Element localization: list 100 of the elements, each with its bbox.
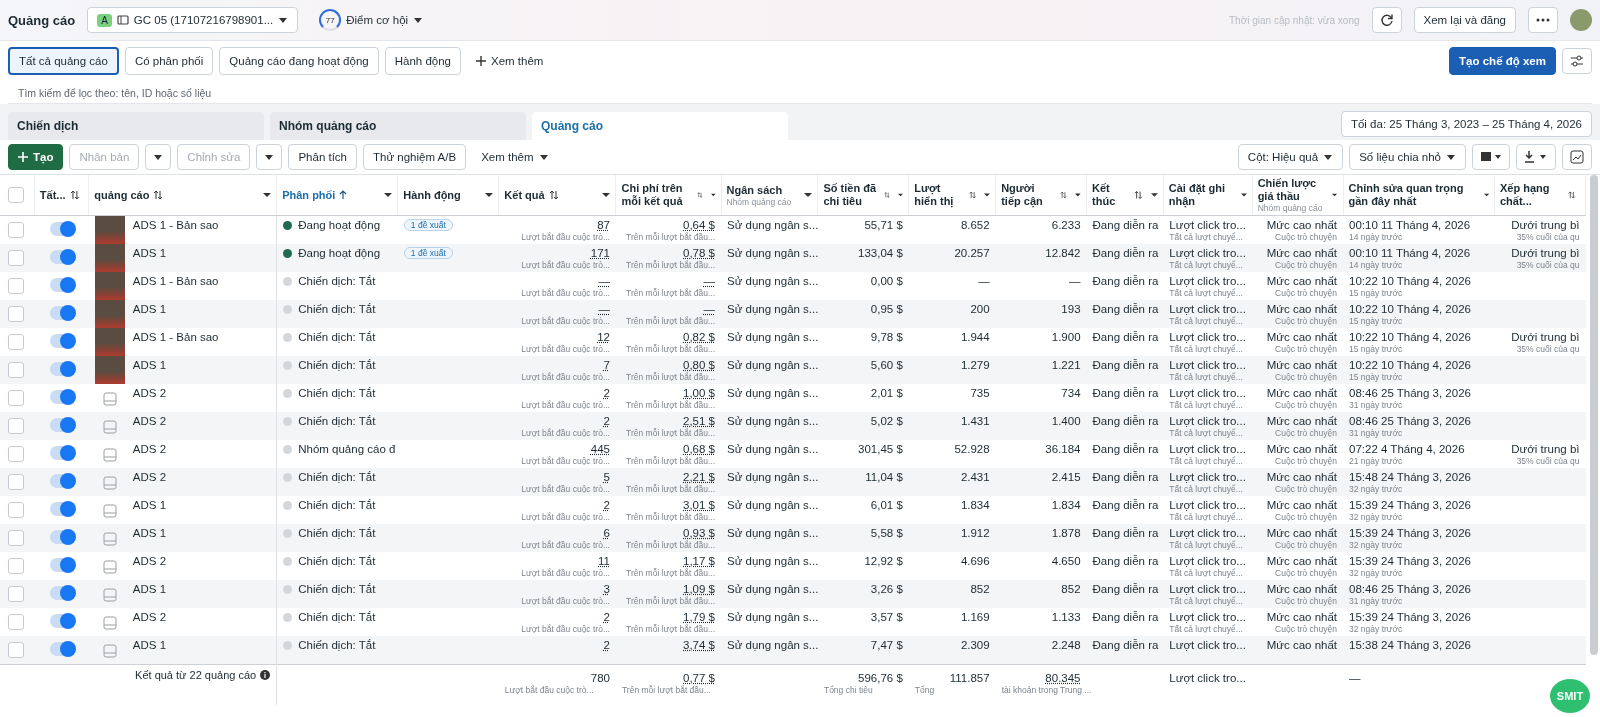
refresh-button[interactable] <box>1371 7 1402 33</box>
caret-icon[interactable] <box>984 192 991 198</box>
toggle-switch[interactable] <box>50 418 75 432</box>
row-checkbox[interactable] <box>8 306 24 322</box>
row-checkbox[interactable] <box>8 390 24 406</box>
recommendation-badge[interactable]: 1 đề xuất <box>403 247 453 259</box>
toggle-switch[interactable] <box>50 222 75 236</box>
caret-icon[interactable] <box>1483 192 1489 198</box>
column-header[interactable]: Chi phí trên mỗi kết quả <box>621 182 694 208</box>
columns-button[interactable]: Cột: Hiệu quả <box>1237 144 1344 170</box>
caret-icon[interactable] <box>710 192 716 198</box>
filter-chip[interactable]: Quảng cáo đang hoạt động <box>219 47 379 75</box>
caret-icon[interactable] <box>804 192 813 198</box>
tab[interactable]: Quảng cáo <box>532 112 788 140</box>
chart-button[interactable] <box>1562 144 1592 170</box>
more-button[interactable] <box>1528 7 1558 33</box>
caret-icon[interactable] <box>1332 192 1338 198</box>
column-header[interactable]: Phân phối <box>282 188 336 202</box>
more-filters-button[interactable]: Xem thêm <box>467 47 553 75</box>
ad-name[interactable]: ADS 1 <box>132 300 167 315</box>
caret-icon[interactable] <box>384 192 393 198</box>
sort-icon[interactable] <box>548 190 559 200</box>
row-checkbox[interactable] <box>8 614 24 630</box>
caret-icon[interactable] <box>485 192 494 198</box>
view-settings-button[interactable] <box>1562 48 1592 74</box>
toggle-switch[interactable] <box>50 306 75 320</box>
row-checkbox[interactable] <box>8 586 24 602</box>
filter-chip[interactable]: Tất cả quảng cáo <box>8 47 119 75</box>
analyze-button[interactable]: Phân tích <box>288 144 357 170</box>
scrollbar[interactable] <box>1590 175 1598 655</box>
ad-name[interactable]: ADS 1 <box>132 244 167 259</box>
filter-chip[interactable]: Có phân phối <box>124 47 214 75</box>
info-icon[interactable] <box>260 670 271 680</box>
create-view-button[interactable]: Tạo chế độ xem <box>1449 47 1556 75</box>
ad-name[interactable]: ADS 1 <box>132 496 167 511</box>
row-checkbox[interactable] <box>8 418 24 434</box>
column-header[interactable]: quảng cáo <box>94 188 150 202</box>
toggle-switch[interactable] <box>50 474 75 488</box>
row-checkbox[interactable] <box>8 530 24 546</box>
ad-name[interactable]: ADS 1 <box>132 636 167 651</box>
ad-name[interactable]: ADS 1 - Bản sao <box>132 328 219 343</box>
tab[interactable]: Nhóm quảng cáo <box>270 112 526 140</box>
ad-name[interactable]: ADS 2 <box>132 468 167 483</box>
toggle-switch[interactable] <box>50 614 75 628</box>
ad-name[interactable]: ADS 2 <box>132 552 167 567</box>
row-checkbox[interactable] <box>8 250 24 266</box>
row-checkbox[interactable] <box>8 222 24 238</box>
ab-test-button[interactable]: Thử nghiệm A/B <box>363 144 467 170</box>
export-button[interactable] <box>1516 144 1556 170</box>
toggle-switch[interactable] <box>50 334 75 348</box>
column-header[interactable]: Kết quả <box>504 188 545 202</box>
toggle-switch[interactable] <box>50 278 75 292</box>
column-header[interactable]: Kết thúc <box>1092 182 1131 208</box>
ad-name[interactable]: ADS 2 <box>132 412 167 427</box>
more-button[interactable]: Xem thêm <box>472 144 558 170</box>
review-publish-button[interactable]: Xem lại và đăng <box>1413 7 1516 33</box>
toggle-switch[interactable] <box>50 390 75 404</box>
row-checkbox[interactable] <box>8 278 24 294</box>
toggle-switch[interactable] <box>50 446 75 460</box>
column-header[interactable]: Hành động <box>403 188 461 202</box>
sort-ascending-icon[interactable] <box>339 190 348 200</box>
ad-name[interactable]: ADS 1 - Bản sao <box>132 272 219 287</box>
recommendation-badge[interactable]: 1 đề xuất <box>403 219 453 231</box>
ad-name[interactable]: ADS 1 <box>132 524 167 539</box>
ad-name[interactable]: ADS 1 <box>132 580 167 595</box>
caret-icon[interactable] <box>1075 192 1082 198</box>
row-checkbox[interactable] <box>8 474 24 490</box>
avatar[interactable] <box>1570 9 1592 31</box>
tab[interactable]: Chiến dịch <box>8 112 264 140</box>
ad-name[interactable]: ADS 1 <box>132 356 167 371</box>
account-selector[interactable]: A GC 05 (17107216798901... <box>87 7 299 33</box>
opportunity-score[interactable]: 77 Điểm cơ hội <box>310 7 433 33</box>
caret-icon[interactable] <box>1240 192 1247 198</box>
toggle-switch[interactable] <box>50 250 75 264</box>
create-button[interactable]: Tạo <box>8 144 64 170</box>
sort-icon[interactable] <box>153 190 164 200</box>
column-header[interactable]: Ngân sách <box>726 183 792 197</box>
reports-button[interactable] <box>1472 144 1510 170</box>
column-header[interactable]: Xếp hạng chất... <box>1500 182 1565 208</box>
column-header[interactable]: Chỉnh sửa quan trọng gần đây nhất <box>1348 182 1476 208</box>
row-checkbox[interactable] <box>8 362 24 378</box>
ad-name[interactable]: ADS 2 <box>132 608 167 623</box>
column-header[interactable]: Chiến lược giá thầu <box>1257 177 1325 203</box>
breakdown-button[interactable]: Số liệu chia nhỏ <box>1349 144 1466 170</box>
column-header[interactable]: Lượt hiển thị <box>914 182 965 208</box>
sort-icon[interactable] <box>1134 190 1143 200</box>
column-header[interactable]: Cài đặt ghi nhận <box>1168 182 1233 208</box>
row-checkbox[interactable] <box>8 334 24 350</box>
toggle-switch[interactable] <box>50 502 75 516</box>
ad-name[interactable]: ADS 1 - Bản sao <box>132 216 219 231</box>
column-header[interactable]: Người tiếp cận <box>1001 182 1057 208</box>
toggle-switch[interactable] <box>50 586 75 600</box>
sort-icon[interactable] <box>69 190 80 200</box>
toggle-switch[interactable] <box>50 558 75 572</box>
row-checkbox[interactable] <box>8 642 24 658</box>
caret-icon[interactable] <box>898 192 904 198</box>
row-checkbox[interactable] <box>8 558 24 574</box>
caret-icon[interactable] <box>263 192 272 198</box>
column-header[interactable]: Tất... <box>39 188 66 202</box>
row-checkbox[interactable] <box>8 502 24 518</box>
